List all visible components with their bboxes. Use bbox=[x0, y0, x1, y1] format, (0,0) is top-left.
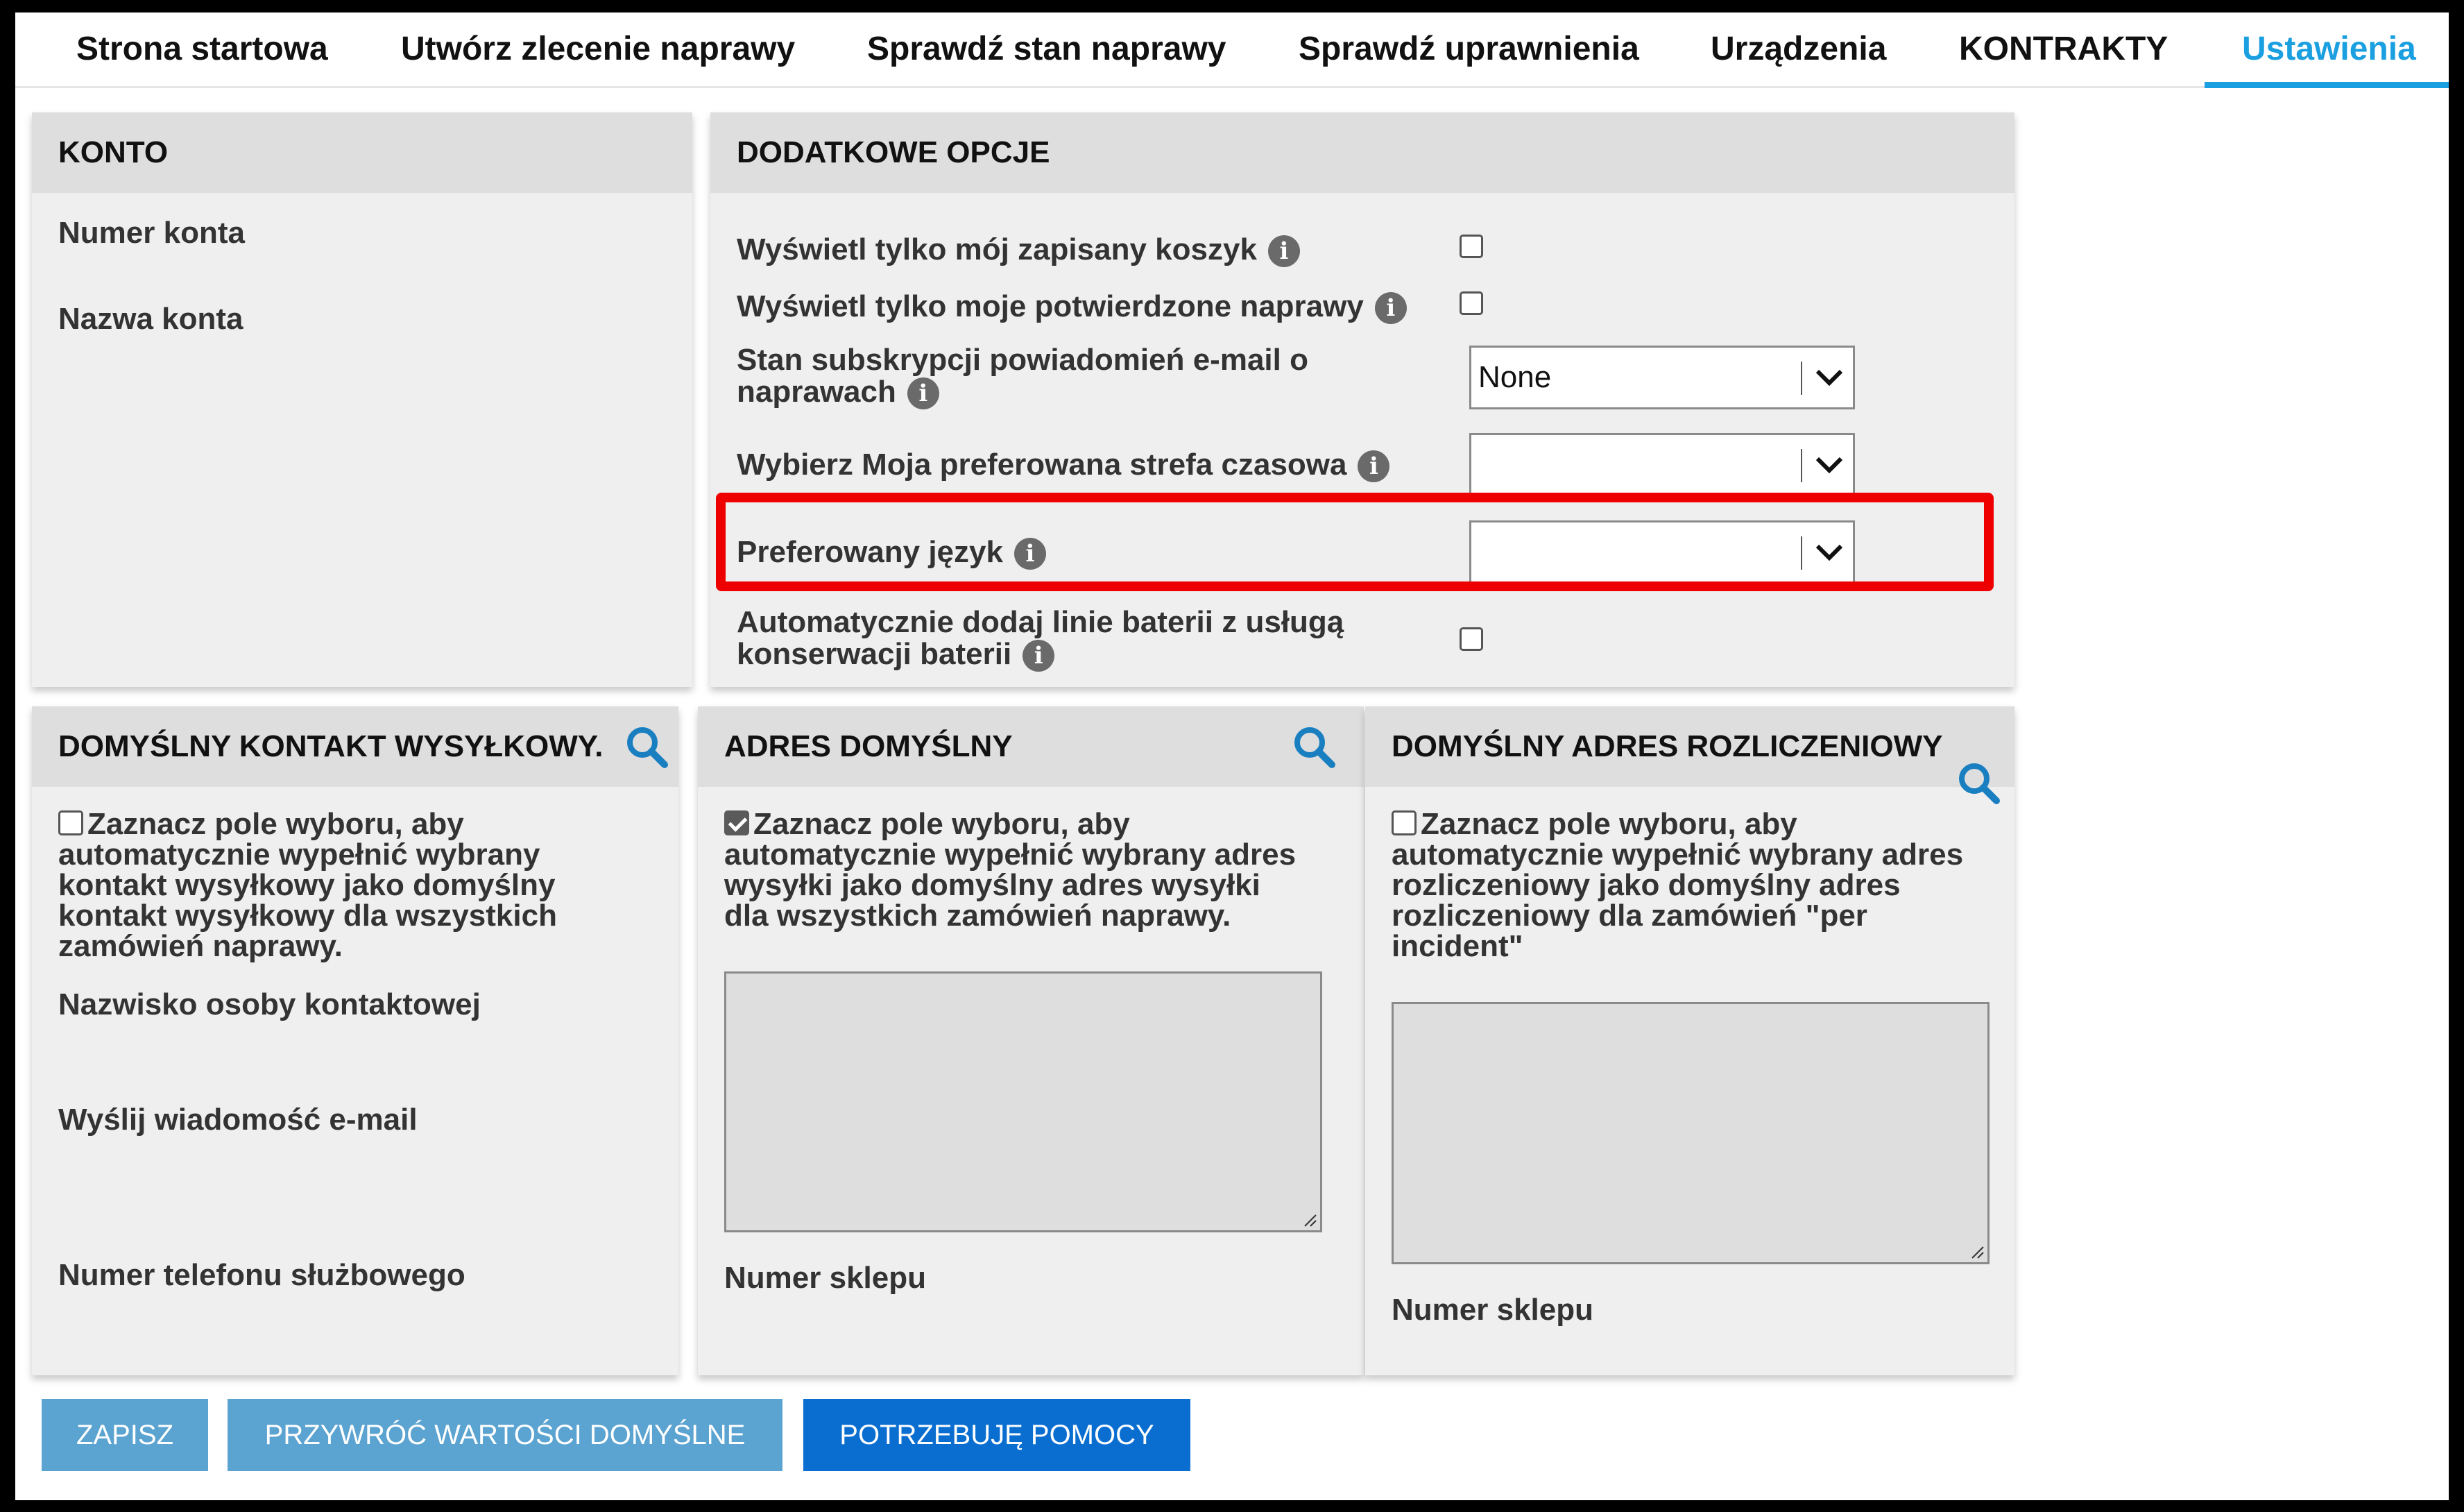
shipping-contact-desc-line4: kontakt wysyłkowy dla wszystkich bbox=[58, 899, 557, 933]
main-navigation: Strona startowa Utwórz zlecenie naprawy … bbox=[15, 12, 2449, 88]
default-address-desc-line3: wysyłki jako domyślny adres wysyłki bbox=[724, 868, 1260, 902]
default-address-desc-line4: dla wszystkich zamówień naprawy. bbox=[724, 899, 1231, 933]
contact-name-label: Nazwisko osoby kontaktowej bbox=[58, 987, 481, 1021]
nav-tab-settings[interactable]: Ustawienia bbox=[2242, 12, 2416, 86]
shipping-contact-desc-line1: Zaznacz pole wyboru, aby bbox=[87, 807, 464, 841]
timezone-label: Wybierz Moja preferowana strefa czasowa i bbox=[737, 448, 1390, 483]
account-name-label: Nazwa konta bbox=[58, 302, 243, 336]
show-confirmed-repairs-text: Wyświetl tylko moje potwierdzone naprawy bbox=[737, 289, 1364, 323]
email-subscription-label: Stan subskrypcji powiadomień e-mail o na… bbox=[737, 343, 1361, 410]
shipping-contact-header: DOMYŚLNY KONTAKT WYSYŁKOWY. bbox=[32, 706, 678, 787]
shipping-contact-title: DOMYŚLNY KONTAKT WYSYŁKOWY. bbox=[58, 729, 604, 763]
battery-text-line1: Automatycznie dodaj linie baterii z usłu… bbox=[737, 605, 1344, 639]
billing-address-textarea[interactable] bbox=[1392, 1002, 1990, 1264]
billing-address-desc-line3: rozliczeniowy jako domyślny adres bbox=[1392, 868, 1901, 902]
active-tab-indicator bbox=[2205, 82, 2449, 88]
default-address-desc-line2: automatycznie wypełnić wybrany adres bbox=[724, 838, 1297, 872]
billing-address-store-label: Numer sklepu bbox=[1392, 1293, 1593, 1327]
info-icon[interactable]: i bbox=[907, 377, 939, 410]
shipping-contact-default-checkbox[interactable] bbox=[58, 810, 83, 835]
info-icon[interactable]: i bbox=[1358, 450, 1390, 483]
billing-address-header: DOMYŚLNY ADRES ROZLICZENIOWY bbox=[1365, 706, 2014, 787]
show-saved-cart-text: Wyświetl tylko mój zapisany koszyk bbox=[737, 232, 1257, 266]
settings-window: Strona startowa Utwórz zlecenie naprawy … bbox=[15, 12, 2449, 1500]
email-label: Wyślij wiadomość e-mail bbox=[58, 1103, 418, 1137]
select-divider bbox=[1801, 449, 1802, 482]
resize-grip-icon[interactable] bbox=[1968, 1243, 1985, 1259]
default-address-store-label: Numer sklepu bbox=[724, 1261, 926, 1295]
phone-label: Numer telefonu służbowego bbox=[58, 1258, 465, 1292]
billing-address-description: Zaznacz pole wyboru, aby automatycznie w… bbox=[1392, 809, 2002, 962]
battery-checkbox[interactable] bbox=[1460, 627, 1483, 651]
email-subscription-text-line1: Stan subskrypcji powiadomień e-mail o bbox=[737, 343, 1308, 377]
billing-address-checkbox[interactable] bbox=[1392, 810, 1417, 835]
info-icon[interactable]: i bbox=[1023, 640, 1055, 672]
battery-text-line2: konserwacji baterii bbox=[737, 637, 1012, 671]
save-button[interactable]: ZAPISZ bbox=[42, 1399, 208, 1471]
search-icon[interactable] bbox=[1292, 724, 1336, 769]
restore-defaults-button[interactable]: PRZYWRÓĆ WARTOŚCI DOMYŚLNE bbox=[228, 1399, 782, 1471]
additional-options-panel: DODATKOWE OPCJE Wyświetl tylko mój zapis… bbox=[710, 112, 2014, 687]
billing-address-title: DOMYŚLNY ADRES ROZLICZENIOWY bbox=[1392, 729, 1943, 763]
shipping-contact-panel: DOMYŚLNY KONTAKT WYSYŁKOWY. Zaznacz pole… bbox=[32, 706, 678, 1375]
nav-tab-entitlements[interactable]: Sprawdź uprawnienia bbox=[1299, 12, 1639, 86]
billing-address-desc-line5: incident" bbox=[1392, 929, 1523, 963]
default-address-checkbox[interactable] bbox=[724, 810, 749, 835]
shipping-contact-desc-line3: kontakt wysyłkowy jako domyślny bbox=[58, 868, 556, 902]
timezone-text: Wybierz Moja preferowana strefa czasowa bbox=[737, 448, 1347, 482]
shipping-contact-desc-line5: zamówień naprawy. bbox=[58, 929, 343, 963]
options-panel-header: DODATKOWE OPCJE bbox=[710, 112, 2014, 193]
show-confirmed-repairs-label: Wyświetl tylko moje potwierdzone naprawy… bbox=[737, 289, 1407, 325]
timezone-select[interactable] bbox=[1469, 433, 1855, 497]
nav-tab-contracts[interactable]: KONTRAKTY bbox=[1959, 12, 2168, 86]
billing-address-desc-line2: automatycznie wypełnić wybrany adres bbox=[1392, 838, 1964, 872]
nav-tab-repair-status[interactable]: Sprawdź stan naprawy bbox=[867, 12, 1226, 86]
search-icon[interactable] bbox=[624, 724, 669, 769]
nav-tab-home[interactable]: Strona startowa bbox=[76, 12, 328, 86]
info-icon[interactable]: i bbox=[1374, 292, 1407, 325]
default-address-header: ADRES DOMYŚLNY bbox=[698, 706, 1364, 787]
default-address-textarea[interactable] bbox=[724, 971, 1322, 1232]
show-confirmed-repairs-checkbox[interactable] bbox=[1460, 291, 1483, 315]
shipping-contact-desc-line2: automatycznie wypełnić wybrany bbox=[58, 838, 540, 872]
resize-grip-icon[interactable] bbox=[1301, 1211, 1317, 1228]
default-address-panel: ADRES DOMYŚLNY Zaznacz pole wyboru, aby … bbox=[698, 706, 1364, 1375]
need-help-button[interactable]: POTRZEBUJĘ POMOCY bbox=[803, 1399, 1190, 1471]
default-address-desc-line1: Zaznacz pole wyboru, aby bbox=[753, 807, 1130, 841]
default-address-description: Zaznacz pole wyboru, aby automatycznie w… bbox=[724, 809, 1349, 931]
default-address-title: ADRES DOMYŚLNY bbox=[724, 729, 1013, 763]
nav-tab-devices[interactable]: Urządzenia bbox=[1711, 12, 1886, 86]
battery-label: Automatycznie dodaj linie baterii z usłu… bbox=[737, 606, 1361, 672]
nav-tab-create-repair[interactable]: Utwórz zlecenie naprawy bbox=[401, 12, 795, 86]
account-panel-header: KONTO bbox=[32, 112, 692, 193]
info-icon[interactable]: i bbox=[1267, 235, 1300, 268]
email-subscription-text-line2: naprawach bbox=[737, 375, 896, 409]
search-icon[interactable] bbox=[1956, 761, 2001, 805]
chevron-down-icon bbox=[1815, 369, 1843, 387]
options-panel-title: DODATKOWE OPCJE bbox=[737, 135, 1050, 169]
account-panel-title: KONTO bbox=[58, 135, 169, 169]
shipping-contact-description: Zaznacz pole wyboru, aby automatycznie w… bbox=[58, 809, 669, 962]
email-subscription-select[interactable]: None bbox=[1469, 346, 1855, 409]
billing-address-panel: DOMYŚLNY ADRES ROZLICZENIOWY Zaznacz pol… bbox=[1365, 706, 2014, 1375]
show-saved-cart-checkbox[interactable] bbox=[1460, 235, 1483, 258]
billing-address-desc-line4: rozliczeniowy dla zamówień "per bbox=[1392, 899, 1867, 933]
select-divider bbox=[1801, 362, 1802, 395]
account-number-label: Numer konta bbox=[58, 216, 245, 250]
email-subscription-value: None bbox=[1478, 360, 1552, 394]
account-panel: KONTO Numer konta Nazwa konta bbox=[32, 112, 692, 687]
show-saved-cart-label: Wyświetl tylko mój zapisany koszyk i bbox=[737, 232, 1300, 268]
chevron-down-icon bbox=[1815, 457, 1843, 474]
language-highlight-box bbox=[716, 493, 1994, 591]
billing-address-desc-line1: Zaznacz pole wyboru, aby bbox=[1421, 807, 1797, 841]
